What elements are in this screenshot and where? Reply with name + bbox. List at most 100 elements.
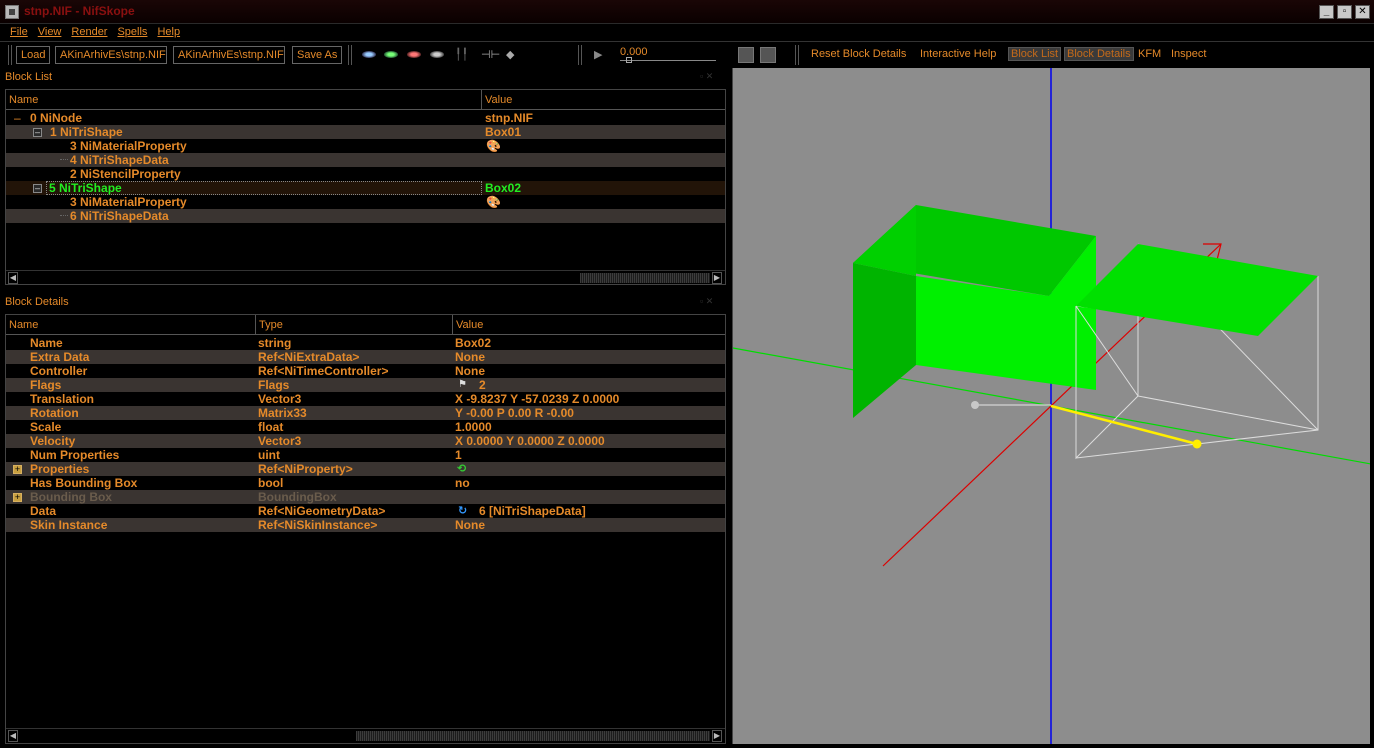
toolbar-grip[interactable] bbox=[795, 45, 799, 65]
walk-icon[interactable]: ╿╿ bbox=[455, 48, 468, 61]
field-value[interactable]: 1.0000 bbox=[455, 420, 492, 434]
tree-row[interactable]: 3 NiMaterialProperty 🎨 bbox=[6, 195, 725, 209]
column-header-value[interactable]: Value bbox=[482, 90, 725, 110]
tree-row-selected[interactable]: – 5 NiTriShape Box02 bbox=[6, 181, 725, 195]
detail-row-properties[interactable]: + Properties Ref<NiProperty> ⟲ bbox=[6, 462, 725, 476]
column-header-value[interactable]: Value bbox=[453, 315, 725, 335]
flip-icon[interactable]: ⊣⊢ bbox=[481, 48, 500, 61]
collapse-icon[interactable]: – bbox=[14, 111, 21, 125]
field-name: Skin Instance bbox=[30, 518, 108, 532]
time-slider-handle[interactable] bbox=[626, 57, 632, 63]
render-viewport[interactable] bbox=[732, 68, 1370, 744]
field-value[interactable]: Y -0.00 P 0.00 R -0.00 bbox=[455, 406, 574, 420]
switch-icon[interactable] bbox=[760, 47, 776, 63]
toolbar-grip[interactable] bbox=[578, 45, 582, 65]
field-value[interactable]: X -9.8237 Y -57.0239 Z 0.0000 bbox=[455, 392, 619, 406]
load-path-field[interactable]: AKinArhivEs\stnp.NIF bbox=[55, 46, 167, 64]
field-value[interactable]: None bbox=[455, 364, 485, 378]
view-top-icon[interactable] bbox=[362, 51, 376, 58]
block-details-tree[interactable]: Name Type Value Name string Box02 Extra … bbox=[5, 314, 726, 744]
inspect-toggle[interactable]: Inspect bbox=[1171, 48, 1206, 60]
column-header-name[interactable]: Name bbox=[6, 315, 256, 335]
field-value[interactable]: 2 bbox=[479, 378, 486, 392]
detail-row-bounding-box[interactable]: + Bounding Box BoundingBox bbox=[6, 490, 725, 504]
menu-help[interactable]: Help bbox=[157, 24, 180, 40]
save-path-field[interactable]: AKinArhivEs\stnp.NIF bbox=[173, 46, 285, 64]
detail-row-rotation[interactable]: Rotation Matrix33 Y -0.00 P 0.00 R -0.00 bbox=[6, 406, 725, 420]
detail-row-flags[interactable]: Flags Flags ⚑ 2 bbox=[6, 378, 725, 392]
gizmo-grey-handle[interactable] bbox=[971, 401, 979, 409]
collapse-icon[interactable]: – bbox=[33, 184, 42, 193]
menu-file[interactable]: File bbox=[10, 24, 28, 40]
column-header-name[interactable]: Name bbox=[6, 90, 482, 110]
dock-icons[interactable]: ▫ ✕ bbox=[700, 296, 713, 307]
block-list-tree[interactable]: Name Value – 0 NiNode stnp.NIF – 1 NiTri… bbox=[5, 89, 726, 285]
collapse-icon[interactable]: – bbox=[33, 128, 42, 137]
dock-icons[interactable]: ▫ ✕ bbox=[700, 71, 713, 82]
tree-row[interactable]: 3 NiMaterialProperty 🎨 bbox=[6, 139, 725, 153]
scroll-left-arrow[interactable]: ◀ bbox=[8, 272, 18, 284]
close-button[interactable]: ✕ bbox=[1355, 5, 1370, 19]
detail-row-num-properties[interactable]: Num Properties uint 1 bbox=[6, 448, 725, 462]
interactive-help-button[interactable]: Interactive Help bbox=[920, 48, 996, 60]
menu-spells[interactable]: Spells bbox=[117, 24, 147, 40]
scene-render[interactable] bbox=[733, 68, 1370, 744]
time-slider[interactable] bbox=[620, 60, 716, 61]
tree-row[interactable]: – 1 NiTriShape Box01 bbox=[6, 125, 725, 139]
detail-row-data[interactable]: Data Ref<NiGeometryData> ↻ 6 [NiTriShape… bbox=[6, 504, 725, 518]
field-value[interactable]: 1 bbox=[455, 448, 462, 462]
view-front-icon[interactable] bbox=[384, 51, 398, 58]
app-icon[interactable] bbox=[5, 5, 19, 19]
block-details-toggle[interactable]: Block Details bbox=[1064, 47, 1134, 61]
kfm-toggle[interactable]: KFM bbox=[1138, 48, 1161, 60]
field-name: Data bbox=[30, 504, 57, 518]
horizontal-scrollbar[interactable]: ◀ ▶ bbox=[6, 270, 725, 284]
menu-view[interactable]: View bbox=[38, 24, 62, 40]
detail-row-velocity[interactable]: Velocity Vector3 X 0.0000 Y 0.0000 Z 0.0… bbox=[6, 434, 725, 448]
detail-row-skin-instance[interactable]: Skin Instance Ref<NiSkinInstance> None bbox=[6, 518, 725, 532]
detail-row-name[interactable]: Name string Box02 bbox=[6, 336, 725, 350]
play-icon[interactable]: ▶ bbox=[594, 48, 602, 61]
detail-row-has-bounding-box[interactable]: Has Bounding Box bool no bbox=[6, 476, 725, 490]
tree-row[interactable]: – 0 NiNode stnp.NIF bbox=[6, 111, 725, 125]
scrollbar-thumb[interactable] bbox=[580, 273, 710, 283]
field-type: Ref<NiTimeController> bbox=[258, 364, 389, 378]
minimize-button[interactable]: _ bbox=[1319, 5, 1334, 19]
link-refresh-icon[interactable]: ⟲ bbox=[457, 462, 466, 476]
perspective-icon[interactable]: ◆ bbox=[506, 48, 514, 61]
expand-icon[interactable]: + bbox=[13, 465, 22, 474]
field-value[interactable]: X 0.0000 Y 0.0000 Z 0.0000 bbox=[455, 434, 605, 448]
scroll-left-arrow[interactable]: ◀ bbox=[8, 730, 18, 742]
field-value[interactable]: no bbox=[455, 476, 470, 490]
tree-row[interactable]: 6 NiTriShapeData bbox=[6, 209, 725, 223]
reset-block-details-button[interactable]: Reset Block Details bbox=[811, 48, 906, 60]
column-header-type[interactable]: Type bbox=[256, 315, 453, 335]
field-value[interactable]: None bbox=[455, 350, 485, 364]
gizmo-yellow-handle[interactable] bbox=[1192, 439, 1202, 449]
scroll-right-arrow[interactable]: ▶ bbox=[712, 730, 722, 742]
view-side-icon[interactable] bbox=[407, 51, 421, 58]
save-as-button[interactable]: Save As bbox=[292, 46, 343, 64]
load-button[interactable]: Load bbox=[16, 46, 51, 64]
menu-render[interactable]: Render bbox=[71, 24, 107, 40]
detail-row-scale[interactable]: Scale float 1.0000 bbox=[6, 420, 725, 434]
expand-icon[interactable]: + bbox=[13, 493, 22, 502]
detail-row-translation[interactable]: Translation Vector3 X -9.8237 Y -57.0239… bbox=[6, 392, 725, 406]
detail-row-controller[interactable]: Controller Ref<NiTimeController> None bbox=[6, 364, 725, 378]
loop-icon[interactable] bbox=[738, 47, 754, 63]
link-arrow-icon[interactable]: ↻ bbox=[458, 504, 467, 518]
block-list-toggle[interactable]: Block List bbox=[1008, 47, 1062, 61]
scrollbar-thumb[interactable] bbox=[356, 731, 710, 741]
view-user-icon[interactable] bbox=[430, 51, 444, 58]
scroll-right-arrow[interactable]: ▶ bbox=[712, 272, 722, 284]
detail-row-extra-data[interactable]: Extra Data Ref<NiExtraData> None bbox=[6, 350, 725, 364]
tree-row[interactable]: 2 NiStencilProperty bbox=[6, 167, 725, 181]
field-value[interactable]: None bbox=[455, 518, 485, 532]
field-value[interactable]: Box02 bbox=[455, 336, 491, 350]
toolbar-grip[interactable] bbox=[8, 45, 12, 65]
field-value[interactable]: 6 [NiTriShapeData] bbox=[479, 504, 586, 518]
toolbar-grip[interactable] bbox=[348, 45, 352, 65]
tree-row[interactable]: 4 NiTriShapeData bbox=[6, 153, 725, 167]
horizontal-scrollbar[interactable]: ◀ ▶ bbox=[6, 728, 725, 742]
maximize-button[interactable]: ▫ bbox=[1337, 5, 1352, 19]
